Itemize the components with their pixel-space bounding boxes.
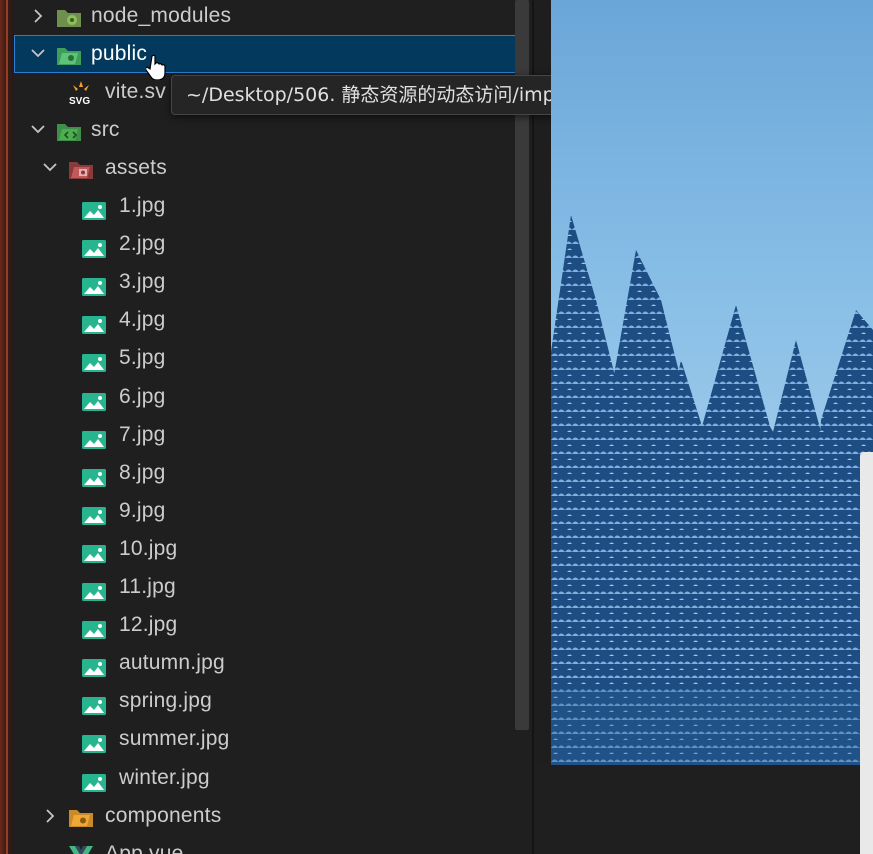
tree-item-label: 10.jpg (119, 536, 178, 560)
tree-item-label: 12.jpg (119, 613, 178, 637)
hand-cursor-icon (145, 54, 166, 81)
image-file-icon (81, 310, 107, 335)
tree-item-label: 3.jpg (119, 270, 166, 294)
tree-item-file[interactable]: 1.jpg (14, 187, 530, 225)
chevron-down-icon[interactable] (28, 111, 48, 149)
tree-item-label: src (91, 118, 120, 141)
image-file-icon (81, 539, 107, 563)
tree-item-file[interactable]: 8.jpg (14, 454, 530, 492)
image-file-icon (81, 653, 107, 678)
folder-icon (56, 42, 82, 66)
tree-item-label: 1.jpg (119, 194, 166, 217)
tree-item-file[interactable]: 6.jpg (14, 378, 530, 416)
image-file-icon (81, 234, 107, 259)
tree-item-label: 8.jpg (119, 460, 166, 484)
side-panel (860, 452, 873, 854)
tree-item-label: 5.jpg (119, 346, 166, 370)
tree-item-label: spring.jpg (119, 689, 213, 713)
image-file-icon (81, 196, 107, 220)
editor-background (534, 765, 873, 854)
panel-divider[interactable] (532, 0, 534, 854)
tree-item-file[interactable]: 11.jpg (14, 568, 530, 606)
image-file-icon (81, 425, 107, 449)
folder-icon (68, 804, 94, 828)
tree-item-label: assets (105, 156, 167, 179)
file-explorer: node_modules public SVG vite.sv src asse… (14, 0, 534, 854)
image-file-icon (81, 463, 107, 487)
tree-item-public[interactable]: public (14, 35, 528, 73)
tree-item-label: autumn.jpg (119, 651, 225, 675)
tree-item-src[interactable]: src (14, 111, 530, 149)
tree-item-app-vue[interactable]: App.vue (14, 835, 530, 854)
tree-item-file[interactable]: autumn.jpg (14, 644, 530, 682)
folder-icon (56, 4, 82, 28)
tree-item-label: 7.jpg (119, 422, 166, 446)
tree-item-file[interactable]: winter.jpg (14, 759, 530, 797)
tree-item-assets[interactable]: assets (14, 149, 530, 187)
tree-item-label: 2.jpg (119, 232, 166, 256)
tree-item-label: node_modules (91, 4, 232, 27)
tree-item-file[interactable]: spring.jpg (14, 682, 530, 720)
chevron-down-icon[interactable] (40, 149, 60, 187)
tree-item-components[interactable]: components (14, 797, 530, 835)
tree-item-label: 11.jpg (119, 575, 176, 598)
tree-item-file[interactable]: summer.jpg (14, 720, 530, 758)
window-edge (0, 0, 14, 854)
chevron-right-icon[interactable] (40, 797, 60, 835)
folder-icon (56, 118, 82, 142)
svg-file-icon: SVG (68, 80, 94, 107)
tree-item-label: 4.jpg (119, 308, 166, 332)
image-file-icon (81, 768, 107, 792)
tree-item-file[interactable]: 4.jpg (14, 301, 530, 339)
tree-item-label: winter.jpg (119, 765, 210, 789)
tree-item-file[interactable]: 7.jpg (14, 416, 530, 454)
tree-item-label: summer.jpg (119, 727, 230, 751)
tree-item-label: public (91, 42, 148, 65)
tree-item-file[interactable]: 2.jpg (14, 225, 530, 263)
image-file-icon (81, 387, 107, 411)
image-file-icon (81, 615, 107, 640)
chevron-right-icon[interactable] (28, 0, 48, 35)
image-preview (551, 0, 873, 765)
folder-icon (68, 156, 94, 180)
image-file-icon (81, 272, 107, 297)
image-file-icon (81, 691, 107, 716)
image-file-icon (81, 501, 107, 525)
svg-text:SVG: SVG (69, 96, 90, 106)
tree-item-label: App.vue (105, 842, 184, 854)
vue-file-icon (68, 842, 94, 854)
chevron-down-icon[interactable] (28, 35, 48, 73)
tree-item-label: 6.jpg (119, 384, 166, 408)
image-file-icon (81, 729, 107, 754)
tree-item-file[interactable]: 12.jpg (14, 606, 530, 644)
image-file-icon (81, 348, 107, 373)
tree-item-label: 9.jpg (119, 498, 166, 522)
tree-item-file[interactable]: 5.jpg (14, 339, 530, 377)
tree-item-file[interactable]: 9.jpg (14, 492, 530, 530)
tree-item-node-modules[interactable]: node_modules (14, 0, 530, 35)
tree-item-file[interactable]: 10.jpg (14, 530, 530, 568)
image-file-icon (81, 577, 107, 601)
tree-item-file[interactable]: 3.jpg (14, 263, 530, 301)
tree-item-label: components (105, 804, 222, 827)
